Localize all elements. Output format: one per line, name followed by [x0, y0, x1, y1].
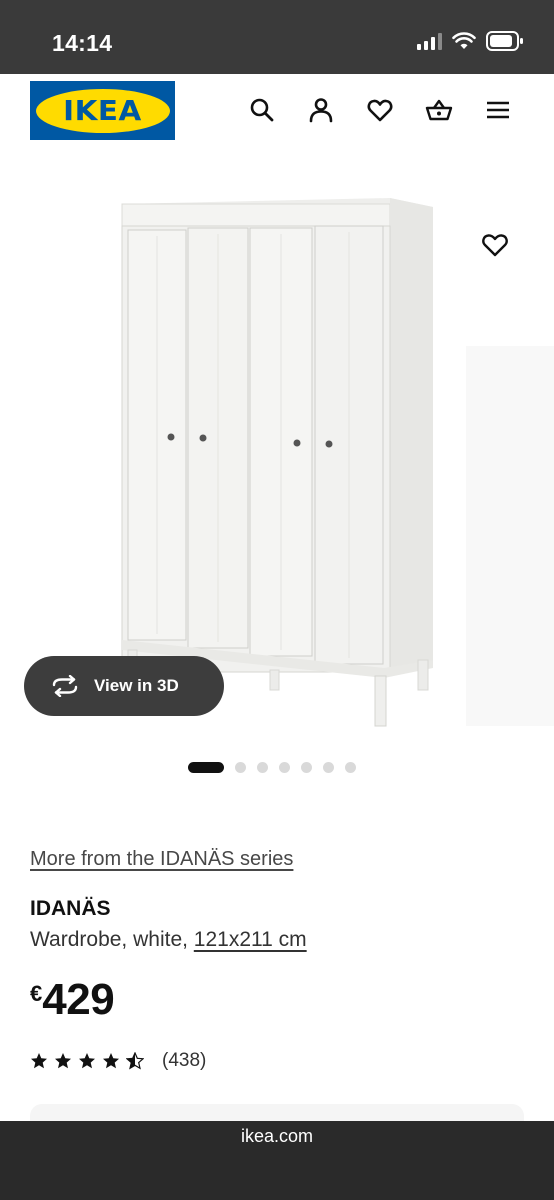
product-rating[interactable]: (438)	[30, 1050, 206, 1072]
carousel-dot[interactable]	[257, 762, 268, 773]
status-icons	[417, 31, 524, 51]
header-icons	[248, 96, 512, 124]
review-count: (438)	[162, 1050, 207, 1071]
star-icon	[31, 1053, 47, 1069]
menu-icon[interactable]	[484, 96, 512, 124]
star-icon	[79, 1053, 95, 1069]
logo-text: IKEA	[63, 94, 142, 127]
view-in-3d-button[interactable]: View in 3D	[24, 656, 224, 716]
ikea-logo[interactable]: IKEA	[30, 81, 175, 140]
price-amount: 429	[42, 975, 115, 1024]
user-icon[interactable]	[307, 96, 335, 124]
logo-oval: IKEA	[35, 88, 170, 133]
status-time: 14:14	[52, 30, 113, 56]
status-bar: 14:14	[0, 0, 554, 74]
carousel-dot[interactable]	[323, 762, 334, 773]
carousel-dot[interactable]	[188, 762, 224, 773]
product-description: Wardrobe, white, 121x211 cm	[30, 928, 307, 952]
heart-icon[interactable]	[366, 96, 394, 124]
product-price: € 429	[30, 975, 115, 1025]
view-in-3d-label: View in 3D	[94, 676, 179, 695]
carousel-dot[interactable]	[279, 762, 290, 773]
signal-icon	[417, 32, 442, 50]
product-name: IDANÄS	[30, 897, 111, 920]
basket-icon[interactable]	[425, 96, 453, 124]
rating-stars	[30, 1052, 144, 1070]
wifi-icon	[452, 32, 476, 49]
carousel-dot[interactable]	[345, 762, 356, 773]
carousel-dot[interactable]	[301, 762, 312, 773]
star-icon	[103, 1053, 119, 1069]
star-icon	[126, 1052, 144, 1070]
site-header: IKEA	[0, 74, 554, 146]
carousel-dots	[188, 762, 356, 773]
wishlist-heart-icon[interactable]	[480, 230, 510, 260]
battery-icon	[486, 31, 523, 51]
browser-url[interactable]: ikea.com	[0, 1126, 554, 1147]
carousel-dot[interactable]	[235, 762, 246, 773]
star-icon	[55, 1053, 71, 1069]
search-icon[interactable]	[248, 96, 276, 124]
series-link[interactable]: More from the IDANÄS series	[30, 848, 293, 871]
product-size-link[interactable]: 121x211 cm	[194, 928, 307, 951]
rotate-3d-icon	[52, 675, 78, 697]
price-currency: €	[30, 981, 43, 1006]
product-type: Wardrobe, white,	[30, 928, 194, 951]
